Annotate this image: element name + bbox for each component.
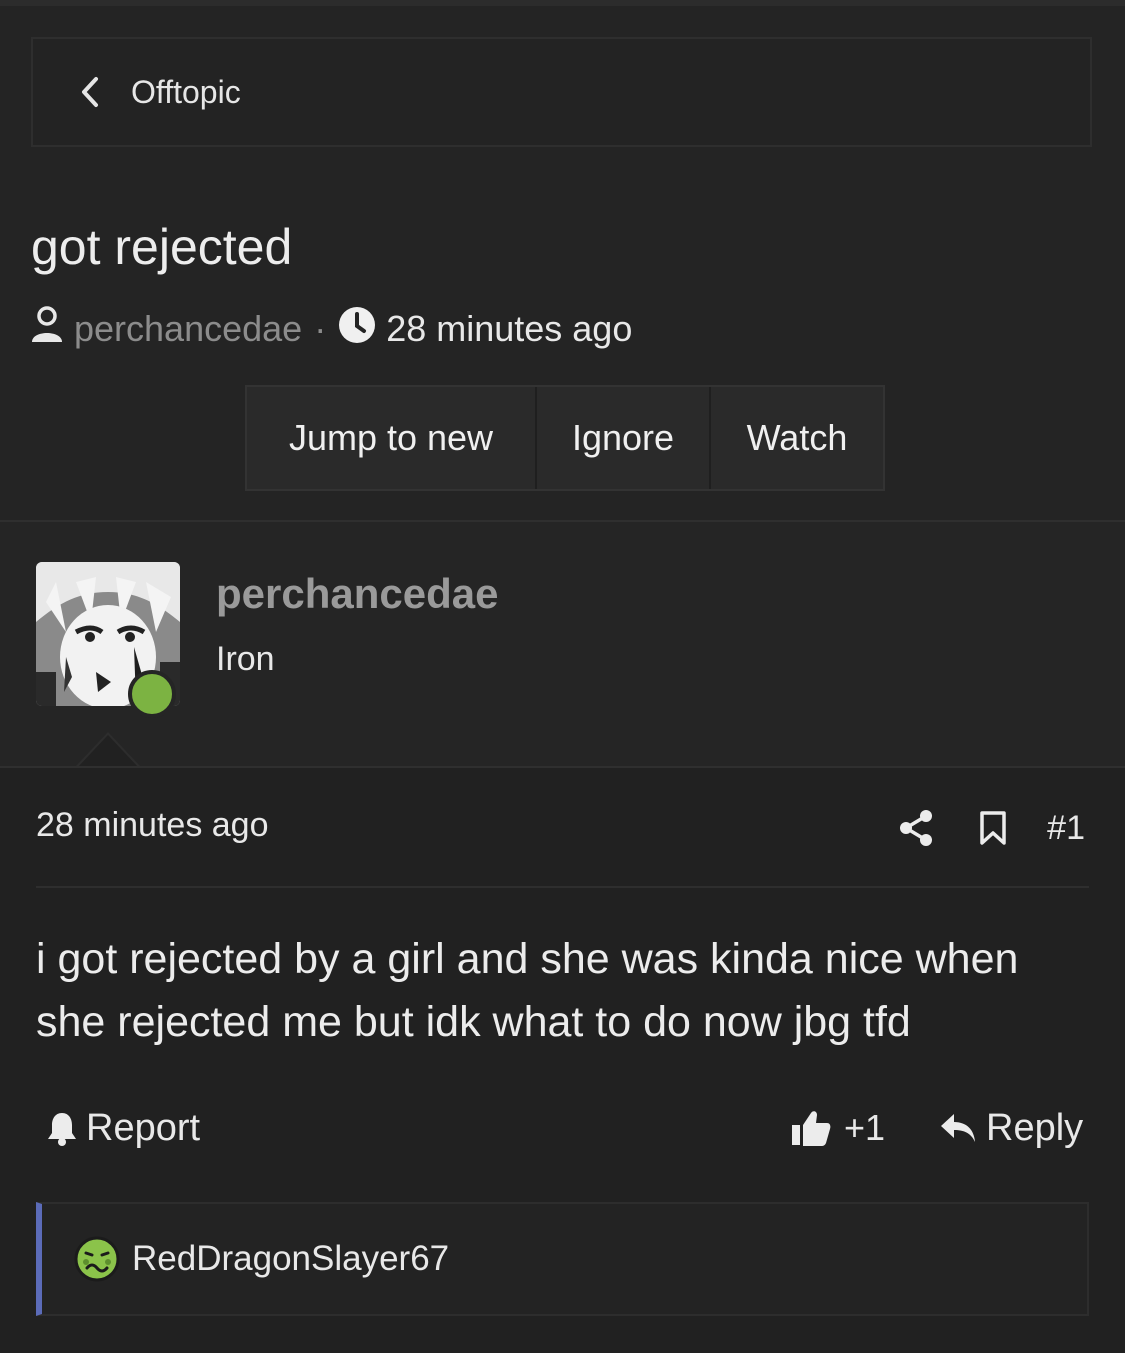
report-label: Report bbox=[86, 1106, 201, 1149]
like-button[interactable]: +1 bbox=[790, 1098, 885, 1158]
reply-button[interactable]: Reply bbox=[938, 1098, 1083, 1158]
post-author-name[interactable]: perchancedae bbox=[216, 570, 498, 618]
user-icon bbox=[30, 305, 64, 353]
reply-preview[interactable]: RedDragonSlayer67 bbox=[36, 1202, 1089, 1316]
breadcrumb-label: Offtopic bbox=[131, 73, 241, 110]
report-button[interactable]: Report bbox=[46, 1098, 200, 1158]
jump-to-new-button[interactable]: Jump to new bbox=[247, 387, 535, 489]
meta-separator: · bbox=[314, 308, 327, 349]
post-number[interactable]: #1 bbox=[1047, 809, 1085, 848]
like-count: +1 bbox=[844, 1107, 886, 1148]
nauseated-face-icon bbox=[74, 1236, 120, 1282]
post-time[interactable]: 28 minutes ago bbox=[36, 806, 269, 845]
thread-title: got rejected bbox=[31, 219, 293, 275]
post: 28 minutes ago #1 i got rejected by a gi… bbox=[0, 768, 1125, 1353]
post-body: i got rejected by a girl and she was kin… bbox=[36, 935, 1019, 1046]
post-separator bbox=[36, 886, 1089, 888]
post-tools: #1 bbox=[899, 806, 1085, 850]
thread-actions: Jump to new Ignore Watch bbox=[245, 385, 885, 491]
top-border bbox=[0, 0, 1125, 6]
clock-icon bbox=[338, 306, 376, 353]
thread-author[interactable]: perchancedae bbox=[74, 308, 302, 350]
thumbs-up-icon bbox=[792, 1111, 831, 1146]
reply-label: Reply bbox=[986, 1106, 1084, 1149]
chevron-left-icon bbox=[79, 75, 101, 109]
online-status-indicator bbox=[128, 670, 176, 718]
watch-button[interactable]: Watch bbox=[709, 387, 883, 489]
thread-time: 28 minutes ago bbox=[386, 308, 633, 349]
bookmark-icon[interactable] bbox=[979, 810, 1007, 846]
reply-icon bbox=[941, 1114, 975, 1142]
thread-meta: perchancedae · 28 minutes ago bbox=[30, 305, 633, 353]
reply-preview-username: RedDragonSlayer67 bbox=[132, 1239, 450, 1278]
post-author-block: perchancedae Iron bbox=[0, 522, 1125, 767]
ignore-button[interactable]: Ignore bbox=[535, 387, 709, 489]
share-icon[interactable] bbox=[899, 809, 933, 847]
arrow-pointer-fill bbox=[78, 735, 138, 767]
post-author-rank: Iron bbox=[216, 640, 275, 678]
breadcrumb[interactable]: Offtopic bbox=[31, 37, 1092, 147]
bell-icon bbox=[48, 1113, 76, 1146]
post-footer: Report +1 Reply bbox=[0, 1098, 1125, 1158]
